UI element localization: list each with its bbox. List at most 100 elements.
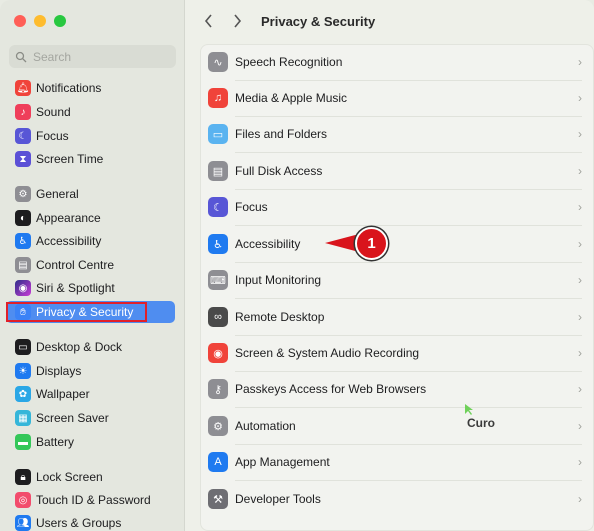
- sidebar-item-lock-screen[interactable]: 🔒︎ Lock Screen: [6, 466, 175, 488]
- sidebar-item-battery[interactable]: ▬ Battery: [6, 431, 175, 453]
- sidebar-item-label: Control Centre: [36, 258, 115, 272]
- row-screen-system-audio-recording[interactable]: ◉ Screen & System Audio Recording ›: [200, 335, 594, 371]
- dock-icon: ▭: [15, 339, 31, 355]
- row-app-management[interactable]: A App Management ›: [200, 444, 594, 480]
- sidebar-item-label: Desktop & Dock: [36, 340, 123, 354]
- sidebar-item-screen-saver[interactable]: ▦ Screen Saver: [6, 407, 175, 429]
- sidebar-item-label: Accessibility: [36, 234, 102, 248]
- accessibility-icon: ♿︎: [15, 233, 31, 249]
- gear-icon: ⚙: [15, 186, 31, 202]
- sidebar-item-label: Screen Saver: [36, 411, 109, 425]
- sidebar-item-label: Sound: [36, 105, 71, 119]
- chevron-right-icon: [233, 14, 241, 28]
- search-field[interactable]: [9, 45, 176, 68]
- cursor-icon: [465, 404, 473, 415]
- users-icon: 👥︎: [15, 515, 31, 531]
- sidebar-item-wallpaper[interactable]: ✿ Wallpaper: [6, 383, 175, 405]
- sidebar-item-label: Lock Screen: [36, 470, 103, 484]
- lock-icon: 🔒︎: [15, 469, 31, 485]
- keyboard-icon: ⌨: [208, 270, 228, 290]
- sidebar: 🔔︎ Notifications ♪ Sound ☾ Focus ⧗ Scree…: [0, 0, 185, 531]
- moon-icon: ☾: [15, 128, 31, 144]
- row-developer-tools[interactable]: ⚒ Developer Tools ›: [200, 481, 594, 517]
- siri-icon: ◉: [15, 280, 31, 296]
- gears-icon: ⚙: [208, 416, 228, 436]
- sidebar-item-label: General: [36, 187, 79, 201]
- row-label: Developer Tools: [235, 492, 321, 506]
- sidebar-item-focus[interactable]: ☾ Focus: [6, 125, 175, 147]
- chevron-right-icon: ›: [578, 273, 582, 287]
- sidebar-item-label: Siri & Spotlight: [36, 281, 115, 295]
- record-icon: ◉: [208, 343, 228, 363]
- appearance-icon: ◐: [15, 210, 31, 226]
- row-media-apple-music[interactable]: ♫ Media & Apple Music ›: [200, 80, 594, 116]
- row-full-disk-access[interactable]: ▤ Full Disk Access ›: [200, 153, 594, 189]
- row-speech-recognition[interactable]: ∿ Speech Recognition ›: [200, 44, 594, 80]
- sidebar-item-notifications[interactable]: 🔔︎ Notifications: [6, 77, 175, 99]
- annotation-arrow: [325, 234, 359, 252]
- battery-icon: ▬: [15, 434, 31, 450]
- row-accessibility[interactable]: ♿︎ Accessibility ›: [200, 226, 594, 262]
- minimize-button[interactable]: [34, 15, 46, 27]
- row-files-and-folders[interactable]: ▭ Files and Folders ›: [200, 116, 594, 152]
- step-badge: 1: [355, 227, 388, 260]
- chevron-right-icon: ›: [578, 492, 582, 506]
- settings-window: 🔔︎ Notifications ♪ Sound ☾ Focus ⧗ Scree…: [0, 0, 594, 531]
- waveform-icon: ∿: [208, 52, 228, 72]
- music-note-icon: ♫: [208, 88, 228, 108]
- row-automation[interactable]: ⚙ Automation ›: [200, 408, 594, 444]
- chevron-right-icon: ›: [578, 55, 582, 69]
- search-input[interactable]: [33, 49, 163, 64]
- moon-icon: ☾: [208, 197, 228, 217]
- row-label: Screen & System Audio Recording: [235, 346, 420, 360]
- back-button[interactable]: [196, 9, 220, 33]
- sidebar-item-accessibility[interactable]: ♿︎ Accessibility: [6, 230, 175, 252]
- sidebar-item-control-centre[interactable]: ▤ Control Centre: [6, 254, 175, 276]
- row-label: Media & Apple Music: [235, 91, 348, 105]
- sidebar-item-general[interactable]: ⚙ General: [6, 183, 175, 205]
- sidebar-item-screen-time[interactable]: ⧗ Screen Time: [6, 148, 175, 170]
- sidebar-item-label: Users & Groups: [36, 516, 122, 530]
- sidebar-item-label: Wallpaper: [36, 387, 90, 401]
- chevron-left-icon: [204, 14, 212, 28]
- chevron-right-icon: ›: [578, 127, 582, 141]
- row-input-monitoring[interactable]: ⌨ Input Monitoring ›: [200, 262, 594, 298]
- zoom-button[interactable]: [54, 15, 66, 27]
- toolbar: Privacy & Security: [186, 0, 594, 42]
- row-label: Focus: [235, 200, 268, 214]
- forward-button[interactable]: [225, 9, 249, 33]
- sidebar-item-touch-id-password[interactable]: ◎ Touch ID & Password: [6, 489, 175, 511]
- sidebar-item-sound[interactable]: ♪ Sound: [6, 101, 175, 123]
- window-controls: [14, 15, 66, 27]
- sidebar-item-displays[interactable]: ☀ Displays: [6, 360, 175, 382]
- fingerprint-icon: ◎: [15, 492, 31, 508]
- row-passkeys-access[interactable]: ⚷ Passkeys Access for Web Browsers ›: [200, 371, 594, 407]
- row-label: Passkeys Access for Web Browsers: [235, 382, 427, 396]
- disk-icon: ▤: [208, 161, 228, 181]
- close-button[interactable]: [14, 15, 26, 27]
- row-remote-desktop[interactable]: ∞ Remote Desktop ›: [200, 299, 594, 335]
- cursor-label: Curo: [467, 416, 495, 430]
- chevron-right-icon: ›: [578, 164, 582, 178]
- chevron-right-icon: ›: [578, 455, 582, 469]
- bell-icon: 🔔︎: [15, 80, 31, 96]
- sidebar-item-label: Battery: [36, 435, 75, 449]
- sidebar-item-label: Screen Time: [36, 152, 104, 166]
- row-focus[interactable]: ☾ Focus ›: [200, 189, 594, 225]
- flower-icon: ✿: [15, 386, 31, 402]
- chevron-right-icon: ›: [578, 237, 582, 251]
- row-label: Accessibility: [235, 237, 301, 251]
- sidebar-item-label: Displays: [36, 364, 82, 378]
- sidebar-item-users-groups[interactable]: 👥︎ Users & Groups: [6, 512, 175, 531]
- sidebar-item-siri-spotlight[interactable]: ◉ Siri & Spotlight: [6, 277, 175, 299]
- chevron-right-icon: ›: [578, 419, 582, 433]
- control-centre-icon: ▤: [15, 257, 31, 273]
- page-title: Privacy & Security: [261, 13, 376, 29]
- chevron-right-icon: ›: [578, 91, 582, 105]
- accessibility-icon: ♿︎: [208, 234, 228, 254]
- chevron-right-icon: ›: [578, 346, 582, 360]
- sidebar-item-appearance[interactable]: ◐ Appearance: [6, 207, 175, 229]
- sidebar-item-desktop-dock[interactable]: ▭ Desktop & Dock: [6, 336, 175, 358]
- highlight-box: [6, 302, 147, 322]
- row-label: Input Monitoring: [235, 273, 322, 287]
